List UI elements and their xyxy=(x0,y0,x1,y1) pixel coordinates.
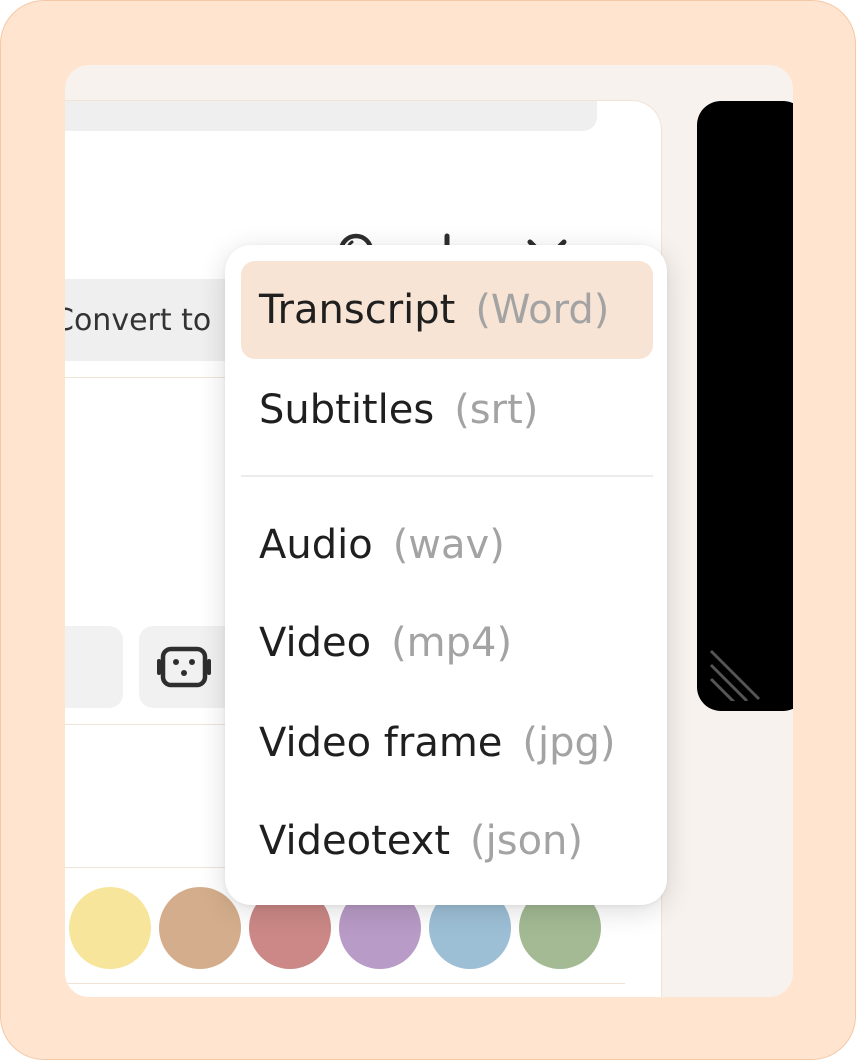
video-player[interactable] xyxy=(697,101,793,711)
menu-item-ext: (mp4) xyxy=(391,620,513,666)
outer-frame: Convert to ns xyxy=(0,0,856,1060)
robot-icon xyxy=(157,643,211,691)
menu-item-label: Transcript xyxy=(259,287,456,333)
menu-item-transcript-word[interactable]: Transcript (Word) xyxy=(241,261,653,359)
robot-button[interactable] xyxy=(139,626,239,708)
color-swatch-yellow[interactable] xyxy=(69,887,151,969)
menu-item-ext: (jpg) xyxy=(522,720,616,766)
download-menu: Transcript (Word) Subtitles (srt) Audio … xyxy=(225,245,667,905)
search-bar[interactable] xyxy=(65,101,597,131)
menu-item-ext: (json) xyxy=(470,818,584,864)
menu-item-video-mp4[interactable]: Video (mp4) xyxy=(241,594,653,692)
color-swatch-tan[interactable] xyxy=(159,887,241,969)
menu-item-label: Subtitles xyxy=(259,387,435,433)
menu-item-label: Audio xyxy=(259,522,373,568)
resize-handle-icon[interactable] xyxy=(707,645,763,701)
menu-item-ext: (srt) xyxy=(454,387,539,433)
menu-item-ext: (Word) xyxy=(475,287,610,333)
menu-item-label: Video frame xyxy=(259,720,503,766)
menu-item-label: Videotext xyxy=(259,818,451,864)
menu-item-video-frame-jpg[interactable]: Video frame (jpg) xyxy=(241,694,653,792)
convert-to-label: Convert to xyxy=(65,302,212,338)
menu-item-audio-wav[interactable]: Audio (wav) xyxy=(241,496,653,594)
menu-item-videotext-json[interactable]: Videotext (json) xyxy=(241,792,653,890)
menu-item-label: Video xyxy=(259,620,372,666)
menu-item-ext: (wav) xyxy=(392,522,505,568)
divider xyxy=(65,983,625,984)
menu-separator xyxy=(241,475,653,477)
options-chip[interactable]: ns xyxy=(65,626,123,708)
menu-item-subtitles-srt[interactable]: Subtitles (srt) xyxy=(241,361,653,459)
